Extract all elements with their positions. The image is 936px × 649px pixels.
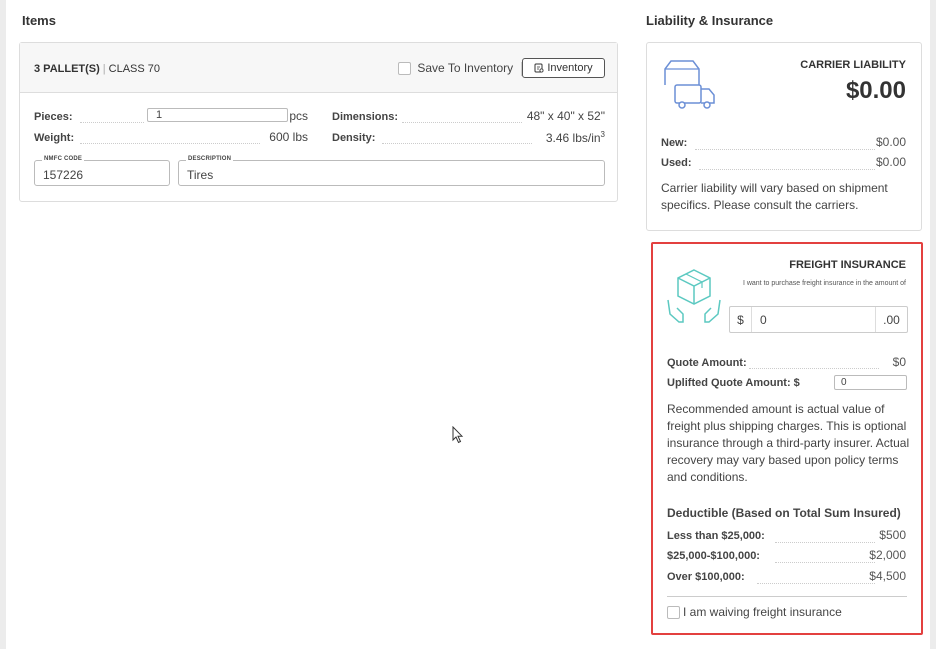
density-number: 3.46 lbs/in — [545, 131, 601, 145]
freight-class: CLASS 70 — [108, 63, 161, 75]
freight-insurance-title: FREIGHT INSURANCE — [789, 259, 906, 271]
insurance-amount-input[interactable]: $ 0 .00 — [729, 306, 908, 333]
density-value: 3.46 lbs/in3 — [490, 130, 605, 145]
waive-insurance-checkbox[interactable] — [667, 605, 680, 619]
deductible-value: $4,500 — [869, 569, 906, 583]
currency-prefix: $ — [730, 307, 752, 332]
pallet-count: 3 PALLET(S) — [34, 63, 100, 75]
used-label: Used: — [661, 157, 692, 169]
pieces-unit: pcs — [289, 109, 308, 123]
pallet-summary: 3 PALLET(S) | CLASS 70 — [34, 63, 160, 75]
nmfc-code-label: NMFC CODE — [42, 156, 85, 162]
inventory-icon — [534, 63, 544, 73]
carrier-liability-note: Carrier liability will vary based on shi… — [661, 181, 888, 212]
nmfc-code-field[interactable]: NMFC CODE 157226 — [34, 156, 170, 186]
insurance-amount-value[interactable]: 0 — [752, 307, 875, 332]
waive-insurance[interactable]: I am waiving freight insurance — [667, 605, 842, 619]
item-card: 3 PALLET(S) | CLASS 70 Save To Inventory I… — [19, 42, 618, 202]
new-label: New: — [661, 137, 688, 149]
box-hands-icon — [667, 269, 721, 323]
items-section-title: Items — [22, 13, 56, 28]
quote-amount-value: $0 — [892, 355, 906, 369]
save-to-inventory-checkbox[interactable] — [398, 62, 411, 76]
save-to-inventory[interactable]: Save To Inventory — [398, 61, 522, 76]
deductible-title: Deductible (Based on Total Sum Insured) — [667, 506, 901, 520]
used-value: $0.00 — [875, 155, 906, 169]
pieces-input[interactable]: 1 — [147, 108, 288, 122]
inventory-button[interactable]: Inventory — [522, 58, 605, 78]
carrier-liability-title: CARRIER LIABILITY — [800, 59, 906, 71]
deductible-label: Less than $25,000: — [667, 530, 765, 542]
dimensions-value: 48" x 40" x 52" — [526, 109, 605, 123]
waive-insurance-label: I am waiving freight insurance — [683, 605, 842, 619]
truck-icon — [664, 60, 715, 109]
freight-insurance-subtitle: I want to purchase freight insurance in … — [742, 280, 906, 287]
quote-amount-label: Quote Amount: — [667, 357, 747, 369]
deductible-label: $25,000-$100,000: — [667, 550, 760, 562]
nmfc-code-value: 157226 — [43, 168, 84, 182]
density-label: Density: — [332, 132, 376, 144]
inventory-button-label: Inventory — [547, 62, 593, 74]
item-card-header: 3 PALLET(S) | CLASS 70 Save To Inventory I… — [20, 43, 617, 93]
description-value: Tires — [187, 168, 214, 182]
dotted-leader — [775, 542, 875, 543]
uplifted-quote-label: Uplifted Quote Amount: $ — [667, 377, 800, 389]
pallet-separator: | — [102, 63, 106, 75]
density-exponent: 3 — [600, 130, 605, 139]
save-to-inventory-label: Save To Inventory — [417, 61, 514, 75]
new-value: $0.00 — [875, 135, 906, 149]
dimensions-label: Dimensions: — [332, 111, 399, 123]
description-field[interactable]: DESCRIPTION Tires — [178, 156, 605, 186]
carrier-liability-amount: $0.00 — [845, 77, 906, 104]
pieces-label: Pieces: — [34, 111, 73, 123]
deductible-value: $500 — [879, 528, 906, 542]
deductible-label: Over $100,000: — [667, 571, 745, 583]
deductible-value: $2,000 — [869, 548, 906, 562]
dotted-leader — [749, 368, 879, 369]
uplifted-quote-input[interactable]: 0 — [834, 375, 907, 390]
insurance-note: Recommended amount is actual value of fr… — [667, 402, 910, 484]
weight-value: 600 lbs — [269, 130, 308, 144]
dotted-leader — [699, 169, 875, 170]
divider — [667, 596, 907, 597]
page: Items 3 PALLET(S) | CLASS 70 Save To Inven… — [6, 0, 930, 649]
freight-insurance-card: FREIGHT INSURANCE I want to purchase fre… — [651, 242, 923, 635]
carrier-liability-card: CARRIER LIABILITY $0.00 New: $0.00 Used:… — [646, 42, 922, 231]
dotted-leader — [80, 122, 144, 123]
weight-label: Weight: — [34, 132, 75, 144]
dotted-leader — [757, 583, 875, 584]
dotted-leader — [775, 562, 875, 563]
dotted-leader — [695, 149, 875, 150]
amount-suffix: .00 — [875, 307, 907, 332]
mouse-cursor-icon — [452, 426, 464, 444]
liability-section-title: Liability & Insurance — [646, 13, 774, 28]
description-label: DESCRIPTION — [186, 156, 234, 162]
